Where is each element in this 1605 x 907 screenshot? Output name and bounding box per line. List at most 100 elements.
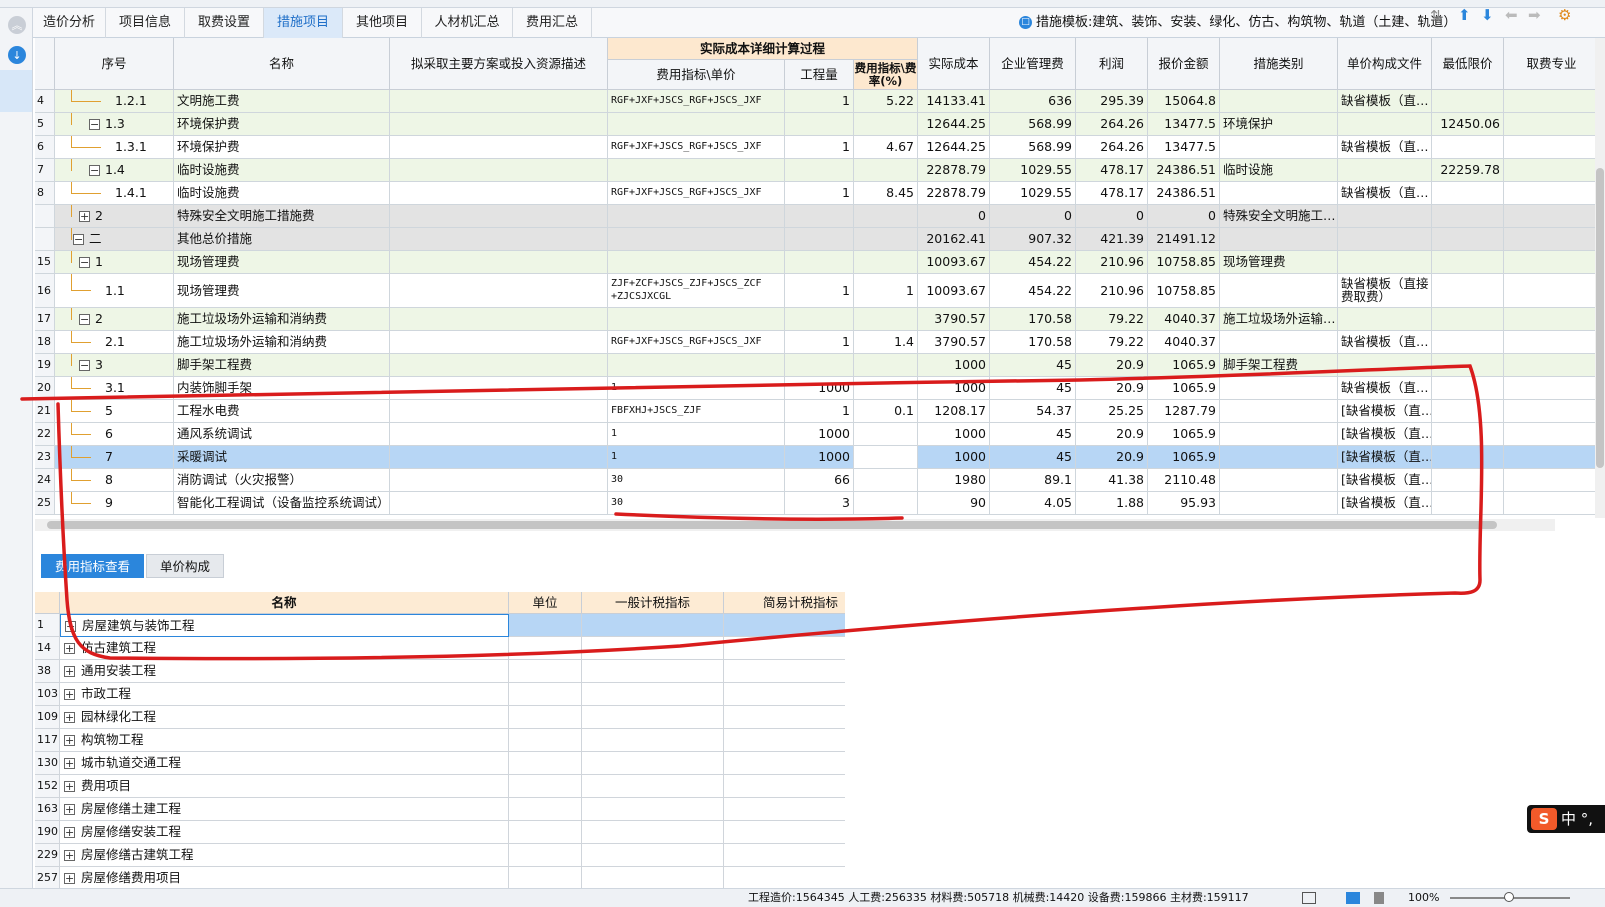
- cell-rownum[interactable]: 14: [35, 637, 60, 660]
- cell-name[interactable]: 通风系统调试: [174, 423, 390, 446]
- list-item[interactable]: 38 + 通用安装工程: [35, 660, 845, 683]
- header-profit[interactable]: 利润: [1076, 38, 1148, 90]
- cell-value[interactable]: [724, 683, 845, 706]
- cell-cat[interactable]: 施工垃圾场外运输…: [1220, 308, 1338, 331]
- cell-formula[interactable]: FBFXHJ+JSCS_ZJF: [608, 400, 785, 423]
- header-unit-file[interactable]: 单价构成文件: [1338, 38, 1432, 90]
- list-item[interactable]: 117 + 构筑物工程: [35, 729, 845, 752]
- cell-cat[interactable]: [1220, 274, 1338, 308]
- cell-value[interactable]: [582, 706, 724, 729]
- cell-fee[interactable]: [1504, 182, 1600, 205]
- cell-quote[interactable]: 2110.48: [1148, 469, 1220, 492]
- tab-measures[interactable]: 措施项目: [264, 8, 343, 38]
- cell-rate[interactable]: 5.22: [854, 90, 918, 113]
- cell-min[interactable]: [1432, 90, 1504, 113]
- cell-no[interactable]: [35, 205, 55, 228]
- cell-profit[interactable]: 20.9: [1076, 354, 1148, 377]
- cell-formula[interactable]: RGF+JXF+JSCS_RGF+JSCS_JXF: [608, 331, 785, 354]
- cell-cat[interactable]: [1220, 331, 1338, 354]
- expand-icon[interactable]: +: [64, 827, 75, 838]
- table-row[interactable]: 20 3.1 内装饰脚手架 1 1000 1000 45 20.9 1065.9 缺省模板（直…: [35, 377, 1600, 400]
- cell-cost[interactable]: 0: [918, 205, 990, 228]
- cell-mgmt[interactable]: 454.22: [990, 251, 1076, 274]
- cell-profit[interactable]: 478.17: [1076, 182, 1148, 205]
- cell-mgmt[interactable]: 45: [990, 377, 1076, 400]
- cell-quote[interactable]: 15064.8: [1148, 90, 1220, 113]
- cell-rate[interactable]: 0.1: [854, 400, 918, 423]
- cell-rownum[interactable]: 257: [35, 867, 60, 890]
- cell-fee[interactable]: [1504, 136, 1600, 159]
- cell-profit[interactable]: 295.39: [1076, 90, 1148, 113]
- layout-icon[interactable]: [1302, 892, 1316, 904]
- cell-cost[interactable]: 12644.25: [918, 113, 990, 136]
- cell-no[interactable]: 24: [35, 469, 55, 492]
- cell-desc[interactable]: [390, 446, 608, 469]
- cell-value[interactable]: [724, 706, 845, 729]
- cell-file[interactable]: 缺省模板（直…: [1338, 182, 1432, 205]
- cell-file[interactable]: 缺省模板（直…: [1338, 90, 1432, 113]
- cell-mgmt[interactable]: 45: [990, 354, 1076, 377]
- cell-rate[interactable]: [854, 377, 918, 400]
- cell-min[interactable]: 12450.06: [1432, 113, 1504, 136]
- cell-qty[interactable]: 3: [785, 492, 854, 515]
- split-view-icon[interactable]: [1374, 892, 1384, 904]
- cell-value[interactable]: [582, 867, 724, 890]
- cell-quote[interactable]: 24386.51: [1148, 182, 1220, 205]
- cell-mgmt[interactable]: 45: [990, 446, 1076, 469]
- lower-header-general-tax[interactable]: 一般计税指标: [582, 592, 724, 614]
- cell-seq[interactable]: 3.1: [55, 377, 174, 400]
- header-desc[interactable]: 拟采取主要方案或投入资源描述: [390, 38, 608, 90]
- cell-formula[interactable]: 1: [608, 377, 785, 400]
- cell-qty[interactable]: 1: [785, 331, 854, 354]
- cell-profit[interactable]: 421.39: [1076, 228, 1148, 251]
- cell-cat[interactable]: [1220, 492, 1338, 515]
- cell-qty[interactable]: [785, 251, 854, 274]
- cell-name[interactable]: 环境保护费: [174, 136, 390, 159]
- cell-cat[interactable]: 临时设施: [1220, 159, 1338, 182]
- cell-formula[interactable]: [608, 228, 785, 251]
- cell-cost[interactable]: 1000: [918, 354, 990, 377]
- cell-rownum[interactable]: 130: [35, 752, 60, 775]
- cell-value[interactable]: [724, 660, 845, 683]
- cell-seq[interactable]: 二 −: [55, 228, 174, 251]
- move-down-icon[interactable]: ⬇: [1481, 8, 1494, 23]
- grid-vertical-scrollbar[interactable]: [1595, 38, 1605, 518]
- cell-rate[interactable]: 4.67: [854, 136, 918, 159]
- cell-rownum[interactable]: 117: [35, 729, 60, 752]
- cell-profit[interactable]: 79.22: [1076, 308, 1148, 331]
- cell-rate[interactable]: [854, 469, 918, 492]
- table-row[interactable]: 4 1.2.1 文明施工费 RGF+JXF+JSCS_RGF+JSCS_JXF 1 5.2…: [35, 90, 1600, 113]
- header-actual-cost[interactable]: 实际成本: [918, 38, 990, 90]
- header-fee-major[interactable]: 取费专业: [1504, 38, 1600, 90]
- cell-min[interactable]: [1432, 331, 1504, 354]
- cell-file[interactable]: [缺省模板（直…: [1338, 492, 1432, 515]
- expand-icon[interactable]: +: [64, 735, 75, 746]
- cell-desc[interactable]: [390, 469, 608, 492]
- cell-mgmt[interactable]: 170.58: [990, 308, 1076, 331]
- cell-cat[interactable]: [1220, 90, 1338, 113]
- cell-quote[interactable]: 1065.9: [1148, 423, 1220, 446]
- cell-value[interactable]: [509, 775, 582, 798]
- lower-header-simple-tax[interactable]: 简易计税指标: [724, 592, 845, 614]
- cell-seq[interactable]: 1.3−: [55, 113, 174, 136]
- list-item[interactable]: 152 + 费用项目: [35, 775, 845, 798]
- cell-name[interactable]: 临时设施费: [174, 159, 390, 182]
- cell-cost[interactable]: 1000: [918, 423, 990, 446]
- sort-icon[interactable]: ⇅: [1430, 9, 1443, 24]
- cell-desc[interactable]: [390, 331, 608, 354]
- cell-name[interactable]: 施工垃圾场外运输和消纳费: [174, 308, 390, 331]
- cell-quote[interactable]: 1065.9: [1148, 354, 1220, 377]
- cell-fee[interactable]: [1504, 113, 1600, 136]
- cell-file[interactable]: [1338, 308, 1432, 331]
- cell-fee[interactable]: [1504, 400, 1600, 423]
- cell-fee[interactable]: [1504, 469, 1600, 492]
- cell-rate[interactable]: [854, 446, 918, 469]
- cell-cat[interactable]: [1220, 182, 1338, 205]
- cell-desc[interactable]: [390, 159, 608, 182]
- cell-value[interactable]: [724, 821, 845, 844]
- cell-mgmt[interactable]: 4.05: [990, 492, 1076, 515]
- cell-qty[interactable]: [785, 205, 854, 228]
- table-row[interactable]: 24 8 消防调试（火灾报警） 30 66 1980 89.1 41.38 2110.48 [缺省…: [35, 469, 1600, 492]
- tab-fee-settings[interactable]: 取费设置: [185, 8, 264, 38]
- cell-desc[interactable]: [390, 182, 608, 205]
